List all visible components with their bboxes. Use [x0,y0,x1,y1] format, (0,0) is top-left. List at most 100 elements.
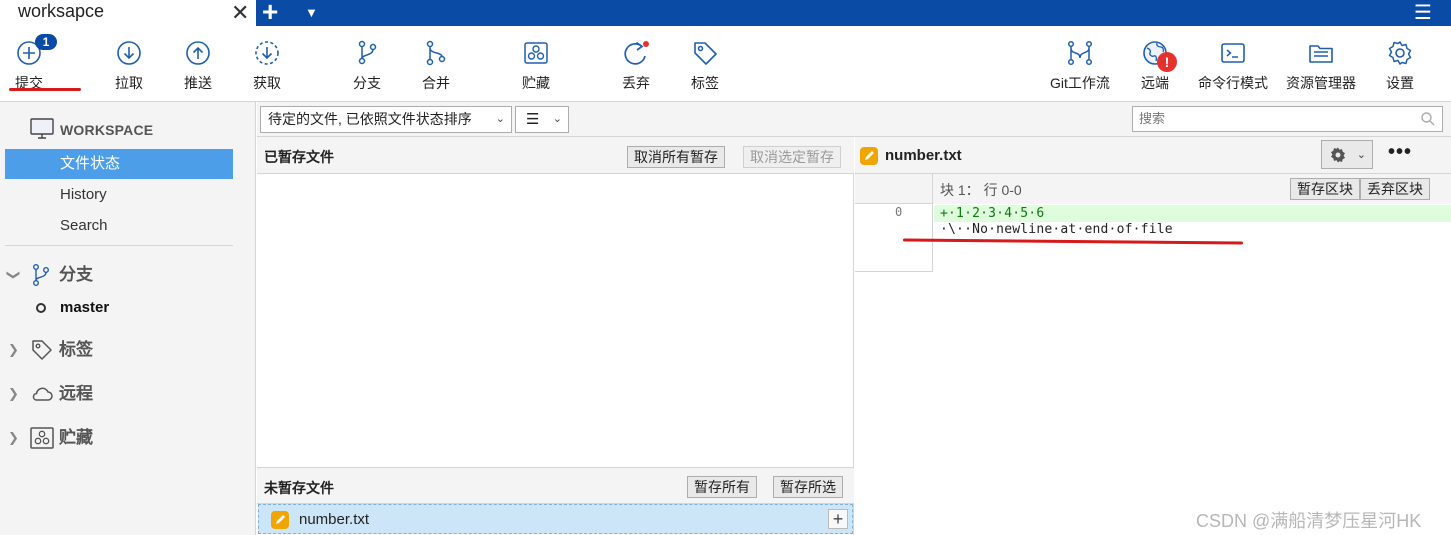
search-icon [1421,112,1435,126]
sidebar-group-label: 标签 [59,340,93,359]
sidebar-group-label: 远程 [59,384,93,403]
remote-label: 远端 [1141,75,1169,91]
unstage-selected-button[interactable]: 取消选定暂存 [743,146,841,168]
tab-dropdown-icon[interactable]: ▼ [305,2,318,24]
workspace-tab[interactable]: worksapce ✕ [0,0,256,26]
chevron-down-icon: ⌄ [552,113,562,125]
cloud-icon [32,387,53,401]
discard-button[interactable]: 丢弃 [607,26,665,102]
fetch-label: 获取 [253,75,281,91]
search-placeholder: 搜索 [1139,111,1166,126]
gutter-header [855,174,933,204]
unstaged-title: 未暂存文件 [264,480,334,496]
line-number: 0 [895,205,903,219]
tab-title: worksapce [18,1,105,21]
sidebar-group-tags[interactable]: ❯ 标签 [8,337,228,363]
hunk-title: 块 1： 行 0-0 [940,182,1022,198]
gitflow-button[interactable]: Git工作流 [1041,26,1119,102]
search-input[interactable]: 搜索 [1132,106,1443,132]
hunk-header: 块 1： 行 0-0 暂存区块 丢弃区块 [855,174,1451,204]
tag-icon [694,42,717,65]
title-bar: worksapce ✕ + ▼ ☰ [0,0,1451,27]
sidebar-group-branches[interactable]: ❯ 分支 [6,262,228,288]
annotation-underline-commit [9,88,81,91]
unstage-all-button[interactable]: 取消所有暂存 [627,146,725,168]
merge-label: 合并 [422,75,450,91]
settings-button[interactable]: 设置 [1371,26,1429,102]
gear-icon [1331,147,1345,163]
merge-icon [426,40,446,66]
new-tab-icon[interactable]: + [262,0,278,27]
hamburger-menu-icon[interactable]: ☰ [1414,2,1432,24]
diff-file-name: number.txt [885,147,962,164]
push-button[interactable]: 推送 [169,26,227,102]
stash-icon [30,427,54,449]
folder-icon [1309,45,1333,63]
sort-select-value: 待定的文件, 已依照文件状态排序 [268,111,472,127]
merge-button[interactable]: 合并 [407,26,465,102]
unstaged-files-panel: 未暂存文件 暂存所有 暂存所选 number.txt + [257,467,854,535]
gear-icon [1388,41,1412,65]
chevron-down-icon: ⌄ [495,113,505,125]
diff-options-button[interactable]: ⌄ [1321,140,1373,169]
diff-line-added: +·1·2·3·4·5·6 [940,206,1045,221]
filter-bar: 待定的文件, 已依照文件状态排序 ⌄ ☰ ⌄ 搜索 [257,102,1451,137]
sidebar-item-history[interactable]: History [5,180,233,210]
push-label: 推送 [184,75,212,91]
pull-button[interactable]: 拉取 [100,26,158,102]
modified-file-icon [860,147,878,165]
diff-header: number.txt ⌄ ••• [855,137,1451,174]
sidebar-item-search[interactable]: Search [5,211,233,241]
gitflow-label: Git工作流 [1050,75,1110,91]
tag-label: 标签 [691,75,719,91]
current-branch-icon [36,303,46,313]
stash-button[interactable]: 贮藏 [507,26,565,102]
stage-all-button[interactable]: 暂存所有 [687,476,757,498]
stage-file-icon[interactable]: + [828,509,848,529]
chevron-right-icon: ❯ [8,386,19,401]
staged-header: 已暂存文件 取消所有暂存 取消选定暂存 [257,137,854,174]
modified-file-icon [271,511,289,529]
commit-count-badge: 1 [35,34,57,50]
view-mode-select[interactable]: ☰ ⌄ [515,106,569,133]
terminal-label: 命令行模式 [1198,75,1268,91]
fetch-button[interactable]: 获取 [238,26,296,102]
sidebar: WORKSPACE 文件状态 History Search ❯ 分支 maste… [0,102,256,535]
sidebar-group-remotes[interactable]: ❯ 远程 [8,381,228,407]
close-icon[interactable]: ✕ [231,0,249,26]
sidebar-group-label: 分支 [59,265,93,284]
dashed-arrow-down-circle-icon [255,41,279,65]
diff-panel: number.txt ⌄ ••• 块 1： 行 0-0 暂存区块 丢弃区块 0 … [855,137,1451,535]
chevron-down-icon: ❯ [6,269,22,281]
list-view-icon: ☰ [526,111,540,128]
tag-icon [32,340,52,360]
file-name: number.txt [299,511,370,528]
branch-button[interactable]: 分支 [338,26,396,102]
explorer-button[interactable]: 资源管理器 [1281,26,1361,102]
sort-select[interactable]: 待定的文件, 已依照文件状态排序 ⌄ [260,106,512,133]
tag-button[interactable]: 标签 [676,26,734,102]
terminal-button[interactable]: 命令行模式 [1193,26,1273,102]
branch-label: 分支 [353,75,381,91]
settings-label: 设置 [1386,75,1414,91]
branch-name: master [60,299,110,316]
monitor-icon [30,118,54,139]
sidebar-group-stashes[interactable]: ❯ 贮藏 [8,425,228,451]
stage-hunk-button[interactable]: 暂存区块 [1290,178,1360,200]
arrow-down-circle-icon [117,41,141,65]
staged-files-panel: 已暂存文件 取消所有暂存 取消选定暂存 [257,137,854,467]
diff-line-no-newline: ·\··No·newline·at·end·of·file [940,222,1173,237]
file-row[interactable]: number.txt + [258,504,853,534]
chevron-down-icon: ⌄ [1356,149,1366,161]
more-options-icon[interactable]: ••• [1388,141,1412,164]
stage-selected-button[interactable]: 暂存所选 [773,476,843,498]
chevron-right-icon: ❯ [8,342,19,357]
unstaged-header: 未暂存文件 暂存所有 暂存所选 [257,467,854,504]
discard-hunk-button[interactable]: 丢弃区块 [1360,178,1430,200]
pull-label: 拉取 [115,75,143,91]
arrow-up-circle-icon [186,41,210,65]
sidebar-group-label: 贮藏 [59,428,93,447]
terminal-icon [1221,43,1245,63]
sidebar-item-file-status[interactable]: 文件状态 [5,149,233,179]
discard-icon [624,41,649,65]
